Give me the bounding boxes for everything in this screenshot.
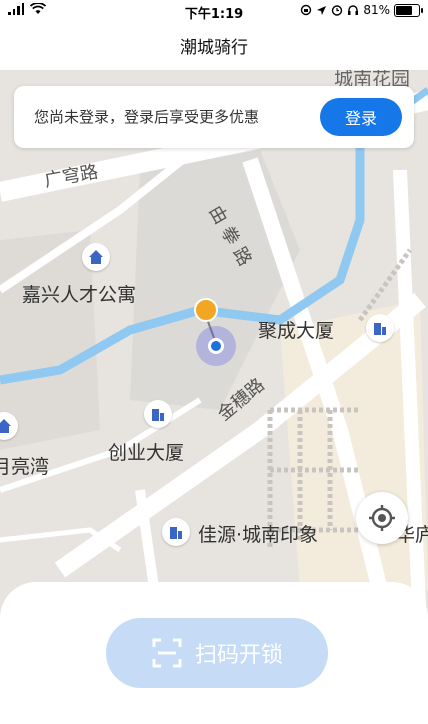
status-right: 81%	[300, 3, 423, 17]
locate-me-button[interactable]	[356, 492, 408, 544]
crosshair-icon	[369, 505, 395, 531]
place-label-jiayuan: 佳源·城南印象	[198, 524, 319, 546]
orientation-lock-icon	[301, 4, 312, 16]
building-poi-icon[interactable]	[162, 518, 190, 546]
place-label-jucheng: 聚成大厦	[258, 320, 335, 342]
battery-icon	[394, 3, 423, 17]
scan-unlock-label: 扫码开锁	[194, 642, 283, 667]
apartment-poi-icon[interactable]	[82, 243, 110, 271]
location-arrow-icon	[317, 5, 327, 15]
battery-percent: 81%	[363, 3, 390, 17]
user-location-icon	[196, 326, 236, 366]
login-button[interactable]: 登录	[320, 98, 402, 136]
bottom-sheet: 扫码开锁	[0, 582, 428, 724]
battery-fill	[396, 5, 413, 15]
building-poi-icon[interactable]	[366, 314, 394, 342]
login-prompt-text: 您尚未登录，登录后享受更多优惠	[34, 108, 260, 126]
building-poi-icon[interactable]	[144, 400, 172, 428]
scan-unlock-button[interactable]: 扫码开锁	[106, 618, 328, 688]
place-label-chuangye: 创业大厦	[108, 442, 185, 464]
scan-icon	[152, 638, 182, 668]
status-bar: 下午1:19 81%	[0, 0, 428, 26]
user-location-dot	[208, 338, 224, 354]
place-label-rencai: 嘉兴人才公寓	[22, 284, 137, 306]
alarm-icon	[332, 5, 343, 16]
place-label-yueliang: 月亮湾	[0, 456, 50, 478]
page-title: 潮城骑行	[0, 26, 428, 70]
login-banner: 您尚未登录，登录后享受更多优惠 登录	[14, 86, 414, 148]
headphones-icon	[348, 5, 359, 15]
